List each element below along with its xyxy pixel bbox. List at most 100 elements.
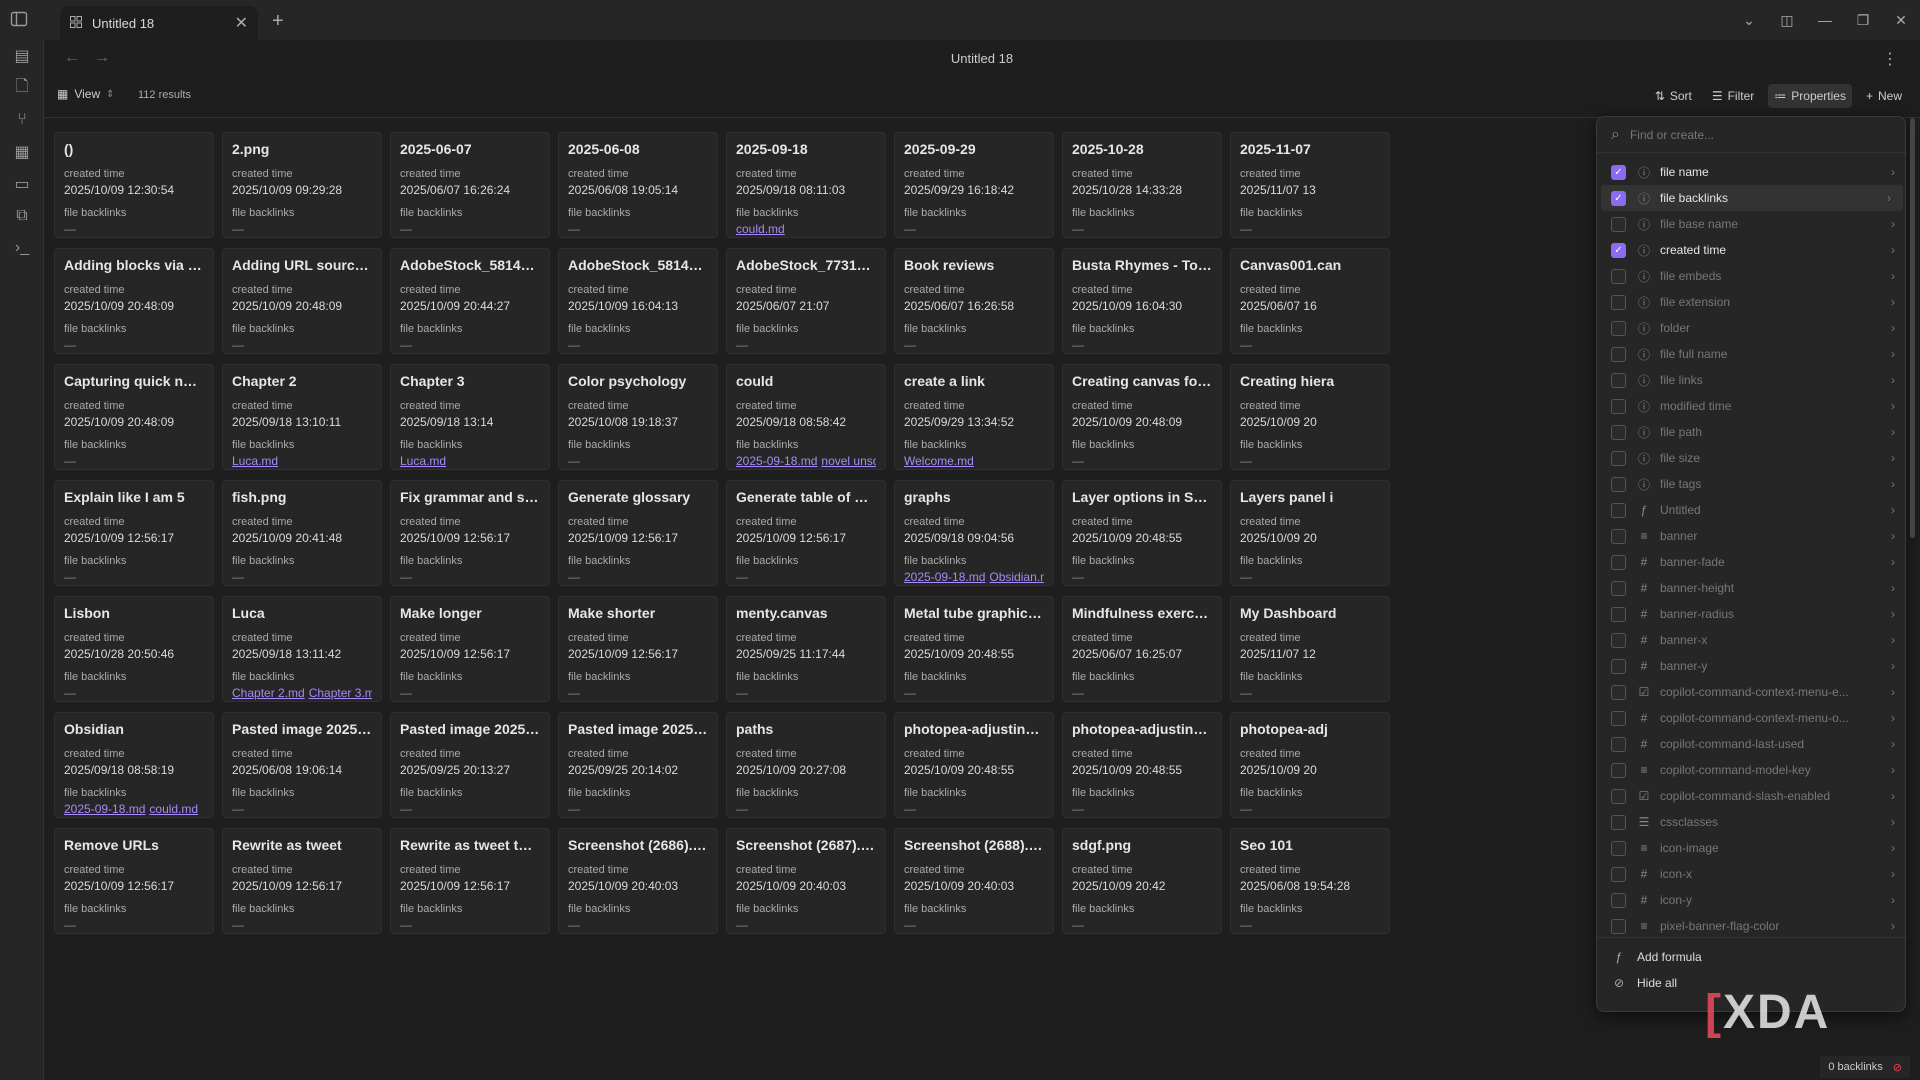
chevron-right-icon[interactable]: ›	[1891, 815, 1895, 829]
chevron-right-icon[interactable]: ›	[1891, 477, 1895, 491]
card[interactable]: Remove URLs created time 2025/10/09 12:56:…	[54, 828, 214, 934]
property-item[interactable]: # copilot-command-context-menu-o... ›	[1597, 705, 1907, 731]
properties-button[interactable]: ≔ Properties	[1768, 84, 1852, 108]
chevron-right-icon[interactable]: ›	[1891, 295, 1895, 309]
property-item[interactable]: ≡ banner ›	[1597, 523, 1907, 549]
card[interactable]: Mindfulness exercises created time 2025/06…	[1062, 596, 1222, 702]
card[interactable]: could created time 2025/09/18 08:58:42 file…	[726, 364, 886, 470]
backlink[interactable]: novel unsolved.md	[821, 454, 876, 468]
property-checkbox[interactable]	[1611, 398, 1626, 414]
chevron-right-icon[interactable]: ›	[1891, 269, 1895, 283]
property-item[interactable]: ✓ ⓘ created time ›	[1597, 237, 1907, 263]
property-checkbox[interactable]	[1611, 294, 1626, 310]
chevron-right-icon[interactable]: ›	[1891, 529, 1895, 543]
card[interactable]: create a link created time 2025/09/29 13:3…	[894, 364, 1054, 470]
chevron-right-icon[interactable]: ›	[1891, 633, 1895, 647]
property-checkbox[interactable]: ✓	[1611, 242, 1626, 258]
property-item[interactable]: # banner-fade ›	[1597, 549, 1907, 575]
property-item[interactable]: # icon-y ›	[1597, 887, 1907, 913]
card[interactable]: Rewrite as tweet thread created time 2025/…	[390, 828, 550, 934]
filter-button[interactable]: ☰ Filter	[1706, 84, 1760, 108]
card[interactable]: graphs created time 2025/09/18 09:04:56 fil…	[894, 480, 1054, 586]
chevron-right-icon[interactable]: ›	[1891, 243, 1895, 257]
chevron-right-icon[interactable]: ›	[1891, 919, 1895, 933]
property-checkbox[interactable]	[1611, 528, 1626, 544]
terminal-icon[interactable]: ›_	[0, 232, 44, 264]
card[interactable]: Layer options in Sumo P... created time 20…	[1062, 480, 1222, 586]
property-checkbox[interactable]	[1611, 918, 1626, 934]
property-item[interactable]: ☑ copilot-command-context-menu-e... ›	[1597, 679, 1907, 705]
card[interactable]: Adding blocks via slash ... created time 2…	[54, 248, 214, 354]
card[interactable]: Capturing quick notes a... created time 20…	[54, 364, 214, 470]
property-checkbox[interactable]	[1611, 346, 1626, 362]
chevron-right-icon[interactable]: ›	[1891, 737, 1895, 751]
card[interactable]: Screenshot (2688).png created time 2025/10…	[894, 828, 1054, 934]
more-options-icon[interactable]: ⋮	[1882, 49, 1898, 69]
sync-error-icon[interactable]: ⊘	[1893, 1061, 1902, 1074]
calendar-icon[interactable]: ▭	[0, 168, 44, 200]
card[interactable]: Make longer created time 2025/10/09 12:56:…	[390, 596, 550, 702]
chevron-right-icon[interactable]: ›	[1891, 659, 1895, 673]
card[interactable]: 2025-09-18 created time 2025/09/18 08:11:0…	[726, 132, 886, 238]
card[interactable]: AdobeStock_581416438....created time 2025…	[558, 248, 718, 354]
card[interactable]: Creating canvas for colo... created time 2…	[1062, 364, 1222, 470]
graph-icon[interactable]: ⑂	[0, 104, 44, 136]
chevron-right-icon[interactable]: ›	[1891, 581, 1895, 595]
view-button[interactable]: ▦ View ⇕	[57, 87, 115, 101]
property-item[interactable]: ⓘ file tags ›	[1597, 471, 1907, 497]
card[interactable]: paths created time 2025/10/09 20:27:08 file…	[726, 712, 886, 818]
property-item[interactable]: # copilot-command-last-used ›	[1597, 731, 1907, 757]
restore-icon[interactable]: ❐	[1844, 12, 1882, 29]
card[interactable]: Seo 101 created time 2025/06/08 19:54:28 fi…	[1230, 828, 1390, 934]
canvas-icon[interactable]: ▦	[0, 136, 44, 168]
property-checkbox[interactable]	[1611, 580, 1626, 596]
new-tab-button[interactable]: +	[272, 10, 284, 33]
backlink[interactable]: Luca.md	[232, 454, 278, 468]
card[interactable]: Creating hiera created time 2025/10/09 20 f…	[1230, 364, 1390, 470]
backlink[interactable]: could.md	[149, 802, 198, 816]
card[interactable]: Adding URL sources to ... created time 202…	[222, 248, 382, 354]
chevron-right-icon[interactable]: ›	[1891, 217, 1895, 231]
card[interactable]: Pasted image 20250925... created time 2025…	[390, 712, 550, 818]
card[interactable]: photopea-adj created time 2025/10/09 20 fil…	[1230, 712, 1390, 818]
close-window-icon[interactable]: ✕	[1882, 12, 1920, 29]
property-checkbox[interactable]	[1611, 762, 1626, 778]
property-search-input[interactable]	[1629, 127, 1870, 142]
backlink[interactable]: Obsidian.md	[989, 570, 1044, 584]
card[interactable]: My Dashboard created time 2025/11/07 12 fil…	[1230, 596, 1390, 702]
card[interactable]: Color psychology created time 2025/10/08 1…	[558, 364, 718, 470]
card[interactable]: Metal tube graphic in P... created time 20…	[894, 596, 1054, 702]
property-checkbox[interactable]	[1611, 372, 1626, 388]
chevron-right-icon[interactable]: ›	[1891, 425, 1895, 439]
chevron-right-icon[interactable]: ›	[1891, 711, 1895, 725]
card[interactable]: Screenshot (2687).png created time 2025/10…	[726, 828, 886, 934]
property-checkbox[interactable]	[1611, 502, 1626, 518]
card[interactable]: menty.canvas created time 2025/09/25 11:17…	[726, 596, 886, 702]
card[interactable]: Chapter 3 created time 2025/09/18 13:14 fil…	[390, 364, 550, 470]
card[interactable]: Screenshot (2686).png created time 2025/10…	[558, 828, 718, 934]
property-checkbox[interactable]	[1611, 450, 1626, 466]
sort-button[interactable]: ⇅ Sort	[1649, 84, 1698, 108]
chevron-right-icon[interactable]: ›	[1891, 841, 1895, 855]
backlinks-count[interactable]: 0 backlinks	[1828, 1061, 1882, 1073]
property-item[interactable]: ⓘ file size ›	[1597, 445, 1907, 471]
property-checkbox[interactable]	[1611, 606, 1626, 622]
property-item[interactable]: # banner-height ›	[1597, 575, 1907, 601]
property-checkbox[interactable]	[1611, 840, 1626, 856]
property-item[interactable]: # banner-y ›	[1597, 653, 1907, 679]
chevron-right-icon[interactable]: ›	[1891, 893, 1895, 907]
card[interactable]: 2025-09-29 created time 2025/09/29 16:18:4…	[894, 132, 1054, 238]
chevron-right-icon[interactable]: ›	[1891, 373, 1895, 387]
property-checkbox[interactable]	[1611, 788, 1626, 804]
backlink[interactable]: 2025-09-18.md	[64, 802, 145, 816]
property-checkbox[interactable]: ✓	[1611, 164, 1626, 180]
right-sidebar-icon[interactable]: ◫	[1768, 12, 1806, 29]
card[interactable]: sdgf.png created time 2025/10/09 20:42 file…	[1062, 828, 1222, 934]
backlink[interactable]: Chapter 3.md	[309, 686, 372, 700]
sidebar-toggle-icon[interactable]	[10, 10, 30, 30]
property-checkbox[interactable]	[1611, 736, 1626, 752]
property-item[interactable]: # banner-radius ›	[1597, 601, 1907, 627]
property-item[interactable]: ≡ copilot-command-model-key ›	[1597, 757, 1907, 783]
property-checkbox[interactable]	[1611, 684, 1626, 700]
property-item[interactable]: ≡ pixel-banner-flag-color ›	[1597, 913, 1907, 939]
